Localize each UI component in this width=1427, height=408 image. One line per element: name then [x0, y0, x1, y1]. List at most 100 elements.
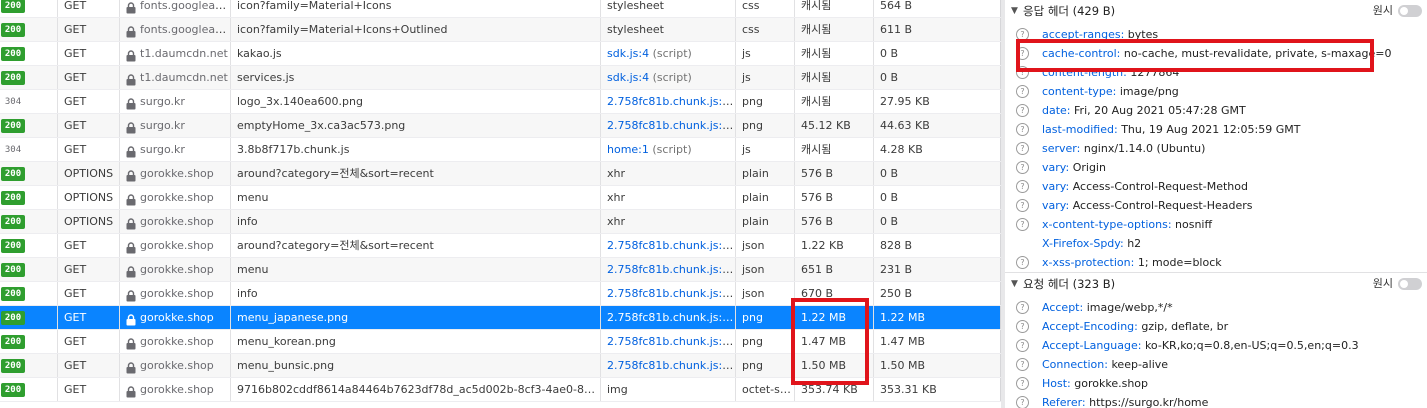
question-circle-icon[interactable]: ?	[1016, 104, 1029, 117]
domain-text: gorokke.shop	[140, 239, 214, 252]
initiator-cell: xhr	[601, 210, 736, 233]
initiator-link[interactable]: sdk.js:4	[607, 71, 649, 84]
domain-text: gorokke.shop	[140, 359, 214, 372]
status-badge: 200	[1, 119, 25, 133]
request-headers-section-header[interactable]: ▼ 요청 헤더 (323 B) 원시	[1005, 273, 1427, 295]
size-cell: 0 B	[874, 66, 1001, 89]
request-row[interactable]: 304 GET surgo.kr 3.8b8f717b.chunk.js home:1 …	[0, 138, 1001, 162]
request-row[interactable]: 200 OPTIONS gorokke.shop around?category=전체…	[0, 162, 1001, 186]
domain-text: surgo.kr	[140, 143, 185, 156]
method-cell: GET	[58, 90, 120, 113]
question-circle-icon[interactable]: ?	[1016, 123, 1029, 136]
domain-text: gorokke.shop	[140, 167, 214, 180]
header-row[interactable]: ? Referer: https://surgo.kr/home	[1005, 393, 1427, 408]
status-cell: 200	[0, 234, 58, 257]
question-circle-icon[interactable]: ?	[1016, 377, 1029, 390]
request-row[interactable]: 200 GET t1.daumcdn.net services.js sdk.js:4 …	[0, 66, 1001, 90]
header-row[interactable]: ? x-content-type-options: nosniff	[1005, 215, 1427, 234]
response-headers-section-header[interactable]: ▼ 응답 헤더 (429 B) 원시	[1005, 0, 1427, 22]
header-row[interactable]: X-Firefox-Spdy: h2	[1005, 234, 1427, 253]
header-row[interactable]: ? server: nginx/1.14.0 (Ubuntu)	[1005, 139, 1427, 158]
question-circle-icon[interactable]: ?	[1016, 358, 1029, 371]
domain-cell: surgo.kr	[120, 114, 231, 137]
header-name-text: vary:	[1042, 180, 1070, 193]
question-circle-icon[interactable]: ?	[1016, 396, 1029, 408]
question-circle-icon[interactable]: ?	[1016, 142, 1029, 155]
header-name: Host: gorokke.shop	[1042, 374, 1148, 393]
request-row[interactable]: 200 OPTIONS gorokke.shop info xhr plain 576 B0…	[0, 210, 1001, 234]
request-row[interactable]: 200 GET t1.daumcdn.net kakao.js sdk.js:4 (sc…	[0, 42, 1001, 66]
transferred-cell: 576 B	[795, 162, 874, 185]
initiator-link[interactable]: 2.758fc81b.chunk.js:2	[607, 263, 733, 276]
request-row[interactable]: 200 GET surgo.kr emptyHome_3x.ca3ac573.png 2…	[0, 114, 1001, 138]
status-cell: 200	[0, 258, 58, 281]
domain-text: gorokke.shop	[140, 263, 214, 276]
question-circle-icon[interactable]: ?	[1016, 218, 1029, 231]
transferred-cell: 651 B	[795, 258, 874, 281]
question-circle-icon[interactable]: ?	[1016, 301, 1029, 314]
question-circle-icon[interactable]: ?	[1016, 320, 1029, 333]
header-row[interactable]: ? vary: Access-Control-Request-Headers	[1005, 196, 1427, 215]
method-cell: GET	[58, 306, 120, 329]
initiator-link: xhr	[607, 215, 626, 228]
size-cell: 1.47 MB	[874, 330, 1001, 353]
initiator-link[interactable]: 2.758fc81b.chunk.js:2	[607, 239, 733, 252]
question-circle-icon[interactable]: ?	[1016, 256, 1029, 269]
size-cell: 4.28 KB	[874, 138, 1001, 161]
domain-text: gorokke.shop	[140, 311, 214, 324]
initiator-link[interactable]: 2.758fc81b.chunk.js:2	[607, 359, 733, 372]
header-value: Access-Control-Request-Method	[1072, 180, 1248, 193]
type-cell: png	[736, 90, 795, 113]
request-row[interactable]: 200 GET gorokke.shop menu 2.758fc81b.chunk.j…	[0, 258, 1001, 282]
header-row[interactable]: ? Connection: keep-alive	[1005, 355, 1427, 374]
header-value: ko-KR,ko;q=0.8,en-US;q=0.5,en;q=0.3	[1144, 339, 1359, 352]
question-circle-icon[interactable]: ?	[1016, 85, 1029, 98]
header-row[interactable]: ? Accept: image/webp,*/*	[1005, 298, 1427, 317]
initiator-link[interactable]: 2.758fc81b.chunk.js:2	[607, 335, 733, 348]
size-cell: 27.95 KB	[874, 90, 1001, 113]
domain-text: gorokke.shop	[140, 191, 214, 204]
method-cell: OPTIONS	[58, 186, 120, 209]
header-row[interactable]: ? x-xss-protection: 1; mode=block	[1005, 253, 1427, 272]
initiator-link[interactable]: 2.758fc81b.chunk.js:2	[607, 311, 733, 324]
header-row[interactable]: ? date: Fri, 20 Aug 2021 05:47:28 GMT	[1005, 101, 1427, 120]
header-row[interactable]: ? Accept-Encoding: gzip, deflate, br	[1005, 317, 1427, 336]
request-row[interactable]: 200 GET fonts.googleapi... icon?family=Mate…	[0, 18, 1001, 42]
header-name: vary: Access-Control-Request-Headers	[1042, 196, 1253, 215]
status-badge: 200	[1, 263, 25, 277]
initiator-link[interactable]: 2.758fc81b.chunk.js:2	[607, 119, 733, 132]
header-name: Accept: image/webp,*/*	[1042, 298, 1173, 317]
file-cell: info	[231, 282, 601, 305]
status-cell: 200	[0, 354, 58, 377]
request-row[interactable]: 200 OPTIONS gorokke.shop menu xhr plain 576 B0…	[0, 186, 1001, 210]
header-row[interactable]: ? Accept-Language: ko-KR,ko;q=0.8,en-US;q…	[1005, 336, 1427, 355]
type-cell: plain	[736, 210, 795, 233]
file-cell: menu_japanese.png	[231, 306, 601, 329]
header-row[interactable]: ? vary: Origin	[1005, 158, 1427, 177]
method-cell: GET	[58, 282, 120, 305]
request-row[interactable]: 200 GET gorokke.shop around?category=전체&sor…	[0, 234, 1001, 258]
request-raw-toggle[interactable]	[1398, 278, 1422, 290]
request-row[interactable]: 200 GET fonts.googleapi... icon?family=Mate…	[0, 0, 1001, 18]
header-row[interactable]: ? last-modified: Thu, 19 Aug 2021 12:05:5…	[1005, 120, 1427, 139]
header-row[interactable]: ? Host: gorokke.shop	[1005, 374, 1427, 393]
file-cell: around?category=전체&sort=recent	[231, 162, 601, 185]
domain-cell: gorokke.shop	[120, 162, 231, 185]
header-row[interactable]: ? vary: Access-Control-Request-Method	[1005, 177, 1427, 196]
request-row[interactable]: 304 GET surgo.kr logo_3x.140ea600.png 2.758f…	[0, 90, 1001, 114]
response-raw-toggle[interactable]	[1398, 5, 1422, 17]
status-cell: 200	[0, 282, 58, 305]
initiator-link[interactable]: 2.758fc81b.chunk.js:2	[607, 95, 733, 108]
header-name-text: content-type:	[1042, 85, 1117, 98]
initiator-link[interactable]: home:1	[607, 143, 649, 156]
initiator-link[interactable]: 2.758fc81b.chunk.js:2	[607, 287, 733, 300]
question-circle-icon[interactable]: ?	[1016, 180, 1029, 193]
question-circle-icon[interactable]: ?	[1016, 161, 1029, 174]
question-circle-icon[interactable]: ?	[1016, 339, 1029, 352]
header-row[interactable]: ? content-type: image/png	[1005, 82, 1427, 101]
file-cell: menu_bunsic.png	[231, 354, 601, 377]
header-name-text: Accept-Encoding:	[1042, 320, 1138, 333]
initiator-link[interactable]: sdk.js:4	[607, 47, 649, 60]
question-circle-icon[interactable]: ?	[1016, 199, 1029, 212]
initiator-link: stylesheet	[607, 0, 664, 12]
